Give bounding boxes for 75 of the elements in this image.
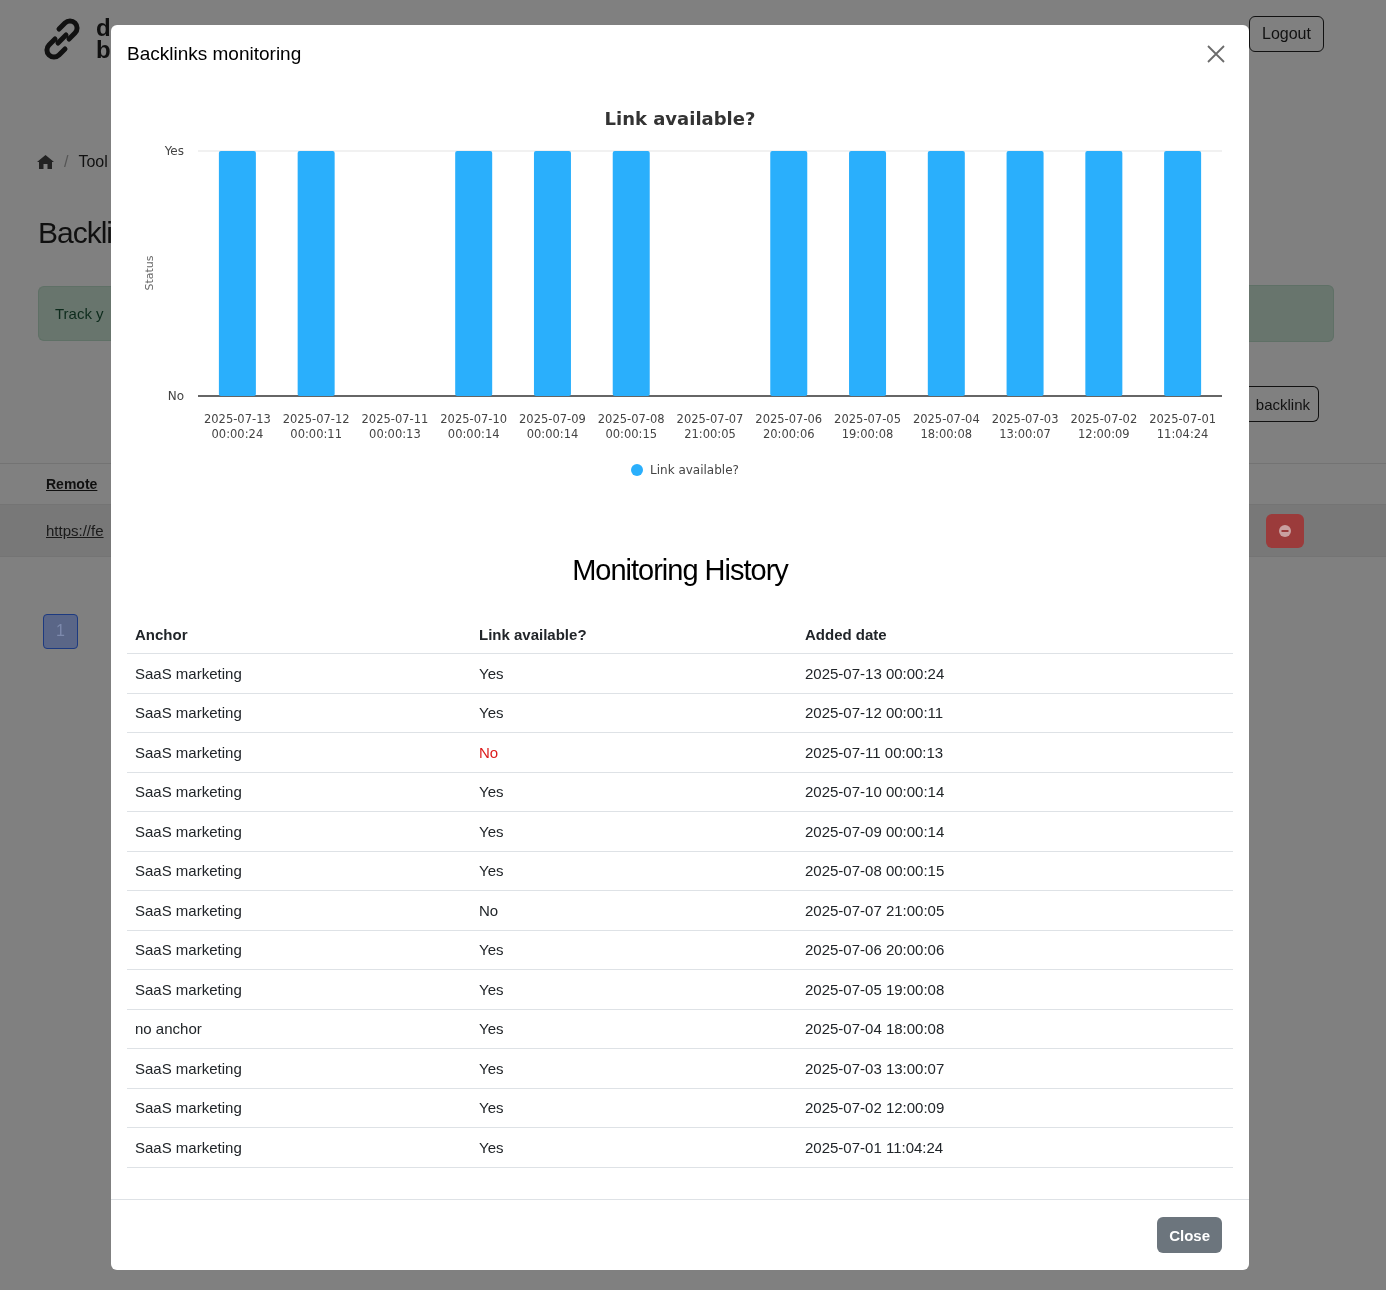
- home-icon[interactable]: [37, 155, 54, 169]
- x-tick-label: 2025-07-10 00:00:14: [440, 412, 508, 441]
- table-cell: 2025-07-06 20:00:06: [797, 930, 1233, 970]
- table-cell: SaaS marketing: [127, 812, 471, 852]
- table-cell: No: [471, 733, 797, 773]
- chart-title: Link available?: [604, 108, 756, 129]
- table-cell: SaaS marketing: [127, 693, 471, 733]
- breadcrumb-link[interactable]: Tool: [78, 153, 108, 171]
- x-tick-label: 2025-07-11 00:00:13: [361, 412, 429, 441]
- table-cell: SaaS marketing: [127, 1049, 471, 1089]
- column-header: Added date: [797, 615, 1233, 654]
- table-cell: SaaS marketing: [127, 733, 471, 773]
- section-heading: Monitoring History: [571, 553, 790, 588]
- table-cell: Yes: [471, 772, 797, 812]
- legend-label[interactable]: Link available?: [650, 463, 739, 477]
- table-cell: 2025-07-12 00:00:11: [797, 693, 1233, 733]
- breadcrumb-separator: /: [64, 153, 69, 171]
- table-cell: 2025-07-02 12:00:09: [797, 1088, 1233, 1128]
- x-tick-label: 2025-07-03 13:00:07: [991, 412, 1059, 441]
- page-title: Backli: [38, 216, 111, 250]
- table-cell: SaaS marketing: [127, 970, 471, 1010]
- x-tick-label: 2025-07-04 18:00:08: [912, 412, 980, 441]
- minus-circle-icon: [1279, 524, 1291, 537]
- axis-title: Status: [143, 255, 156, 291]
- close-icon[interactable]: [1207, 44, 1225, 63]
- table-cell: SaaS marketing: [127, 851, 471, 891]
- table-cell: 2025-07-04 18:00:08: [797, 1009, 1233, 1049]
- column-header: Anchor: [127, 615, 471, 654]
- table-cell: 2025-07-01 11:04:24: [797, 1128, 1233, 1168]
- table-cell: Yes: [471, 654, 797, 694]
- table-cell: Yes: [471, 693, 797, 733]
- table-cell: Yes: [471, 930, 797, 970]
- column-header: Link available?: [471, 615, 797, 654]
- table-cell: Yes: [471, 1128, 797, 1168]
- table-cell: 2025-07-11 00:00:13: [797, 733, 1233, 773]
- table-cell: SaaS marketing: [127, 654, 471, 694]
- x-tick-label: 2025-07-05 19:00:08: [834, 412, 901, 441]
- url-link[interactable]: https://fe: [38, 522, 111, 539]
- y-tick-label: No: [167, 389, 184, 403]
- x-tick-label: 2025-07-01 11:04:24: [1149, 412, 1217, 441]
- table-cell: SaaS marketing: [127, 930, 471, 970]
- table-cell: no anchor: [127, 1009, 471, 1049]
- table-cell: SaaS marketing: [127, 891, 471, 931]
- table-cell: Yes: [471, 812, 797, 852]
- table-cell: SaaS marketing: [127, 1128, 471, 1168]
- x-tick-label: 2025-07-13 00:00:24: [203, 412, 271, 441]
- x-tick-label: 2025-07-06 20:00:06: [755, 412, 823, 441]
- table-cell: Yes: [471, 1049, 797, 1089]
- column-header[interactable]: Remote: [38, 476, 111, 492]
- delete-button[interactable]: [1266, 513, 1304, 548]
- modal-title: Backlinks monitoring: [127, 42, 302, 65]
- table-cell: 2025-07-07 21:00:05: [797, 891, 1233, 931]
- table-cell: 2025-07-05 19:00:08: [797, 970, 1233, 1010]
- x-tick-label: 2025-07-08 00:00:15: [597, 412, 665, 441]
- table-cell: Yes: [471, 1088, 797, 1128]
- x-tick-label: 2025-07-12 00:00:11: [282, 412, 350, 441]
- x-tick-label: 2025-07-07 21:00:05: [676, 412, 744, 441]
- x-tick-label: 2025-07-02 12:00:09: [1070, 412, 1138, 441]
- table-cell: No: [471, 891, 797, 931]
- alert-banner: Track y: [38, 286, 111, 341]
- table-cell: 2025-07-03 13:00:07: [797, 1049, 1233, 1089]
- table-cell: 2025-07-08 00:00:15: [797, 851, 1233, 891]
- close-button[interactable]: Close: [1157, 1217, 1222, 1253]
- y-tick-label: Yes: [164, 144, 184, 158]
- table-cell: 2025-07-13 00:00:24: [797, 654, 1233, 694]
- table-cell: Yes: [471, 1009, 797, 1049]
- x-tick-label: 2025-07-09 00:00:14: [519, 412, 586, 441]
- table-cell: Yes: [471, 851, 797, 891]
- table-cell: Yes: [471, 970, 797, 1010]
- logo-text: d: [96, 17, 111, 39]
- table-cell: 2025-07-09 00:00:14: [797, 812, 1233, 852]
- table-cell: SaaS marketing: [127, 772, 471, 812]
- table-cell: SaaS marketing: [127, 1088, 471, 1128]
- logo-text: b: [96, 39, 111, 61]
- table-cell: 2025-07-10 00:00:14: [797, 772, 1233, 812]
